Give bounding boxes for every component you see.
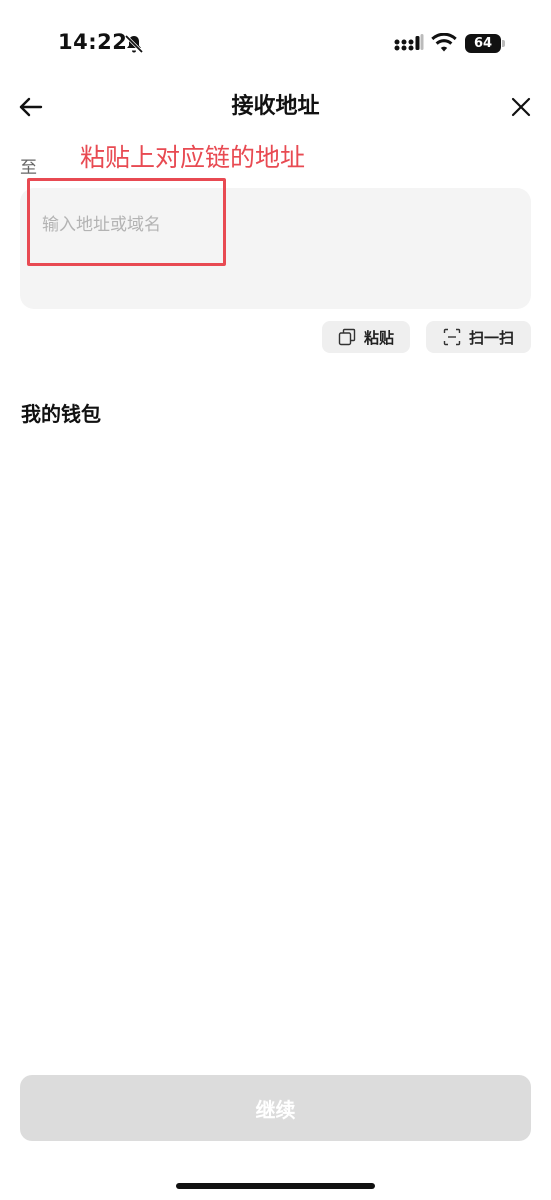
bell-slash-icon [124, 34, 144, 54]
paste-button[interactable]: 粘贴 [322, 321, 410, 353]
page-title: 接收地址 [231, 94, 320, 119]
address-field[interactable] [20, 188, 531, 309]
continue-button[interactable]: 继续 [20, 1075, 531, 1141]
scan-label: 扫一扫 [468, 328, 514, 347]
scan-icon [443, 328, 461, 346]
my-wallets-title: 我的钱包 [21, 402, 101, 426]
copy-icon [338, 328, 356, 346]
address-input[interactable] [42, 212, 502, 238]
battery-tip [502, 40, 505, 47]
status-bar: 14:22 64 [0, 0, 551, 90]
arrow-left-icon[interactable] [18, 94, 44, 120]
to-label: 至 [20, 158, 37, 178]
home-indicator [176, 1183, 375, 1189]
annotation-text: 粘贴上对应链的地址 [80, 143, 306, 172]
paste-label: 粘贴 [363, 328, 394, 347]
battery-level: 64 [465, 34, 501, 53]
battery-icon: 64 [465, 34, 505, 53]
signal-icon [394, 34, 424, 51]
wifi-icon [431, 33, 457, 52]
close-icon[interactable] [509, 95, 533, 119]
scan-button[interactable]: 扫一扫 [426, 321, 531, 353]
status-time: 14:22 [58, 30, 128, 54]
